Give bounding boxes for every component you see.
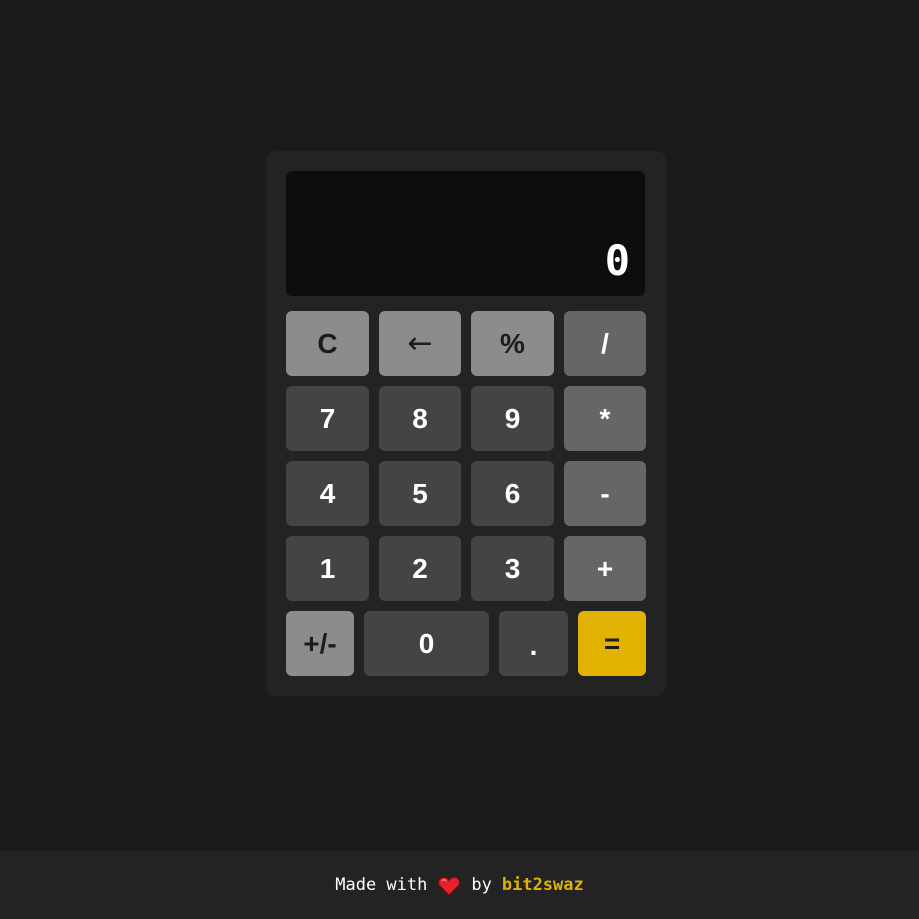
digit-2-button[interactable]: 2 <box>379 536 461 601</box>
display-value: 0 <box>604 236 630 285</box>
digit-6-button[interactable]: 6 <box>471 461 554 526</box>
negate-button[interactable]: +/- <box>286 611 354 676</box>
footer: Made with by bit2swaz <box>0 851 919 919</box>
percent-button[interactable]: % <box>471 311 554 376</box>
clear-button[interactable]: C <box>286 311 369 376</box>
digit-7-button[interactable]: 7 <box>286 386 369 451</box>
digit-3-button[interactable]: 3 <box>471 536 554 601</box>
footer-by: by <box>471 875 492 895</box>
display: 0 <box>286 171 645 296</box>
page: 0 C ← % / 7 8 9 * 4 5 6 - 1 2 3 + +/- 0 … <box>0 0 919 919</box>
heart-icon <box>438 876 461 896</box>
footer-made-with: Made with <box>335 875 428 895</box>
decimal-button[interactable]: . <box>499 611 568 676</box>
digit-0-button[interactable]: 0 <box>364 611 489 676</box>
digit-1-button[interactable]: 1 <box>286 536 369 601</box>
digit-5-button[interactable]: 5 <box>379 461 461 526</box>
digit-9-button[interactable]: 9 <box>471 386 554 451</box>
divide-button[interactable]: / <box>564 311 646 376</box>
digit-8-button[interactable]: 8 <box>379 386 461 451</box>
digit-4-button[interactable]: 4 <box>286 461 369 526</box>
author-link[interactable]: bit2swaz <box>502 875 584 895</box>
add-button[interactable]: + <box>564 536 646 601</box>
equals-button[interactable]: = <box>578 611 646 676</box>
subtract-button[interactable]: - <box>564 461 646 526</box>
multiply-button[interactable]: * <box>564 386 646 451</box>
calculator: 0 C ← % / 7 8 9 * 4 5 6 - 1 2 3 + +/- 0 … <box>266 151 666 696</box>
backspace-button[interactable]: ← <box>379 311 461 376</box>
